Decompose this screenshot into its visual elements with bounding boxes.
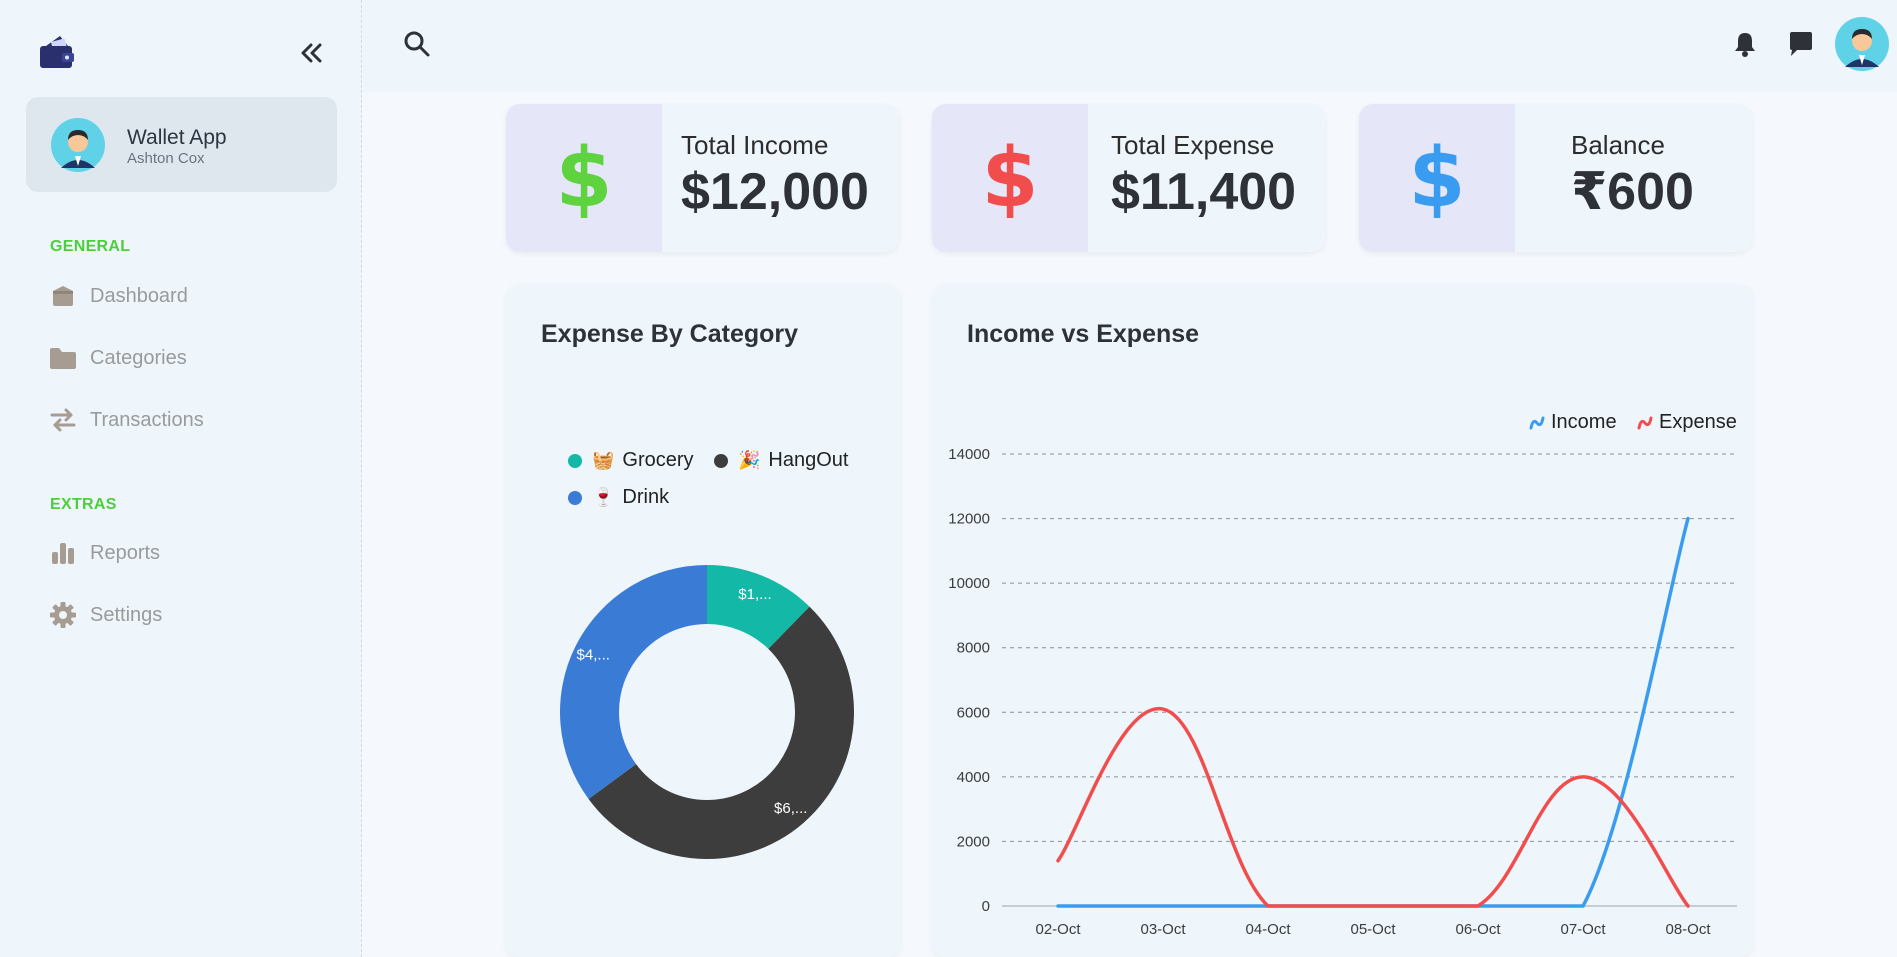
avatar (51, 118, 105, 172)
x-tick-label: 07-Oct (1560, 921, 1606, 938)
stat-value: $11,400 (1111, 163, 1297, 221)
search-icon[interactable] (403, 30, 431, 58)
stat-card-income: $ Total Income $12,000 (506, 104, 899, 252)
stat-value: ₹600 (1571, 163, 1694, 221)
sidebar: Wallet App Ashton Cox GENERAL Dashboard … (0, 0, 362, 957)
dollar-icon: $ (932, 104, 1088, 252)
donut-chart: $1,... $6,... $4,... (560, 565, 854, 859)
topbar (363, 0, 1897, 92)
x-tick-label: 02-Oct (1035, 921, 1081, 938)
dollar-icon: $ (506, 104, 662, 252)
y-tick-label: 6000 (957, 704, 990, 721)
sidebar-item-label: Categories (90, 346, 187, 369)
stat-value: $12,000 (681, 163, 869, 221)
stat-label: Balance (1571, 130, 1665, 160)
sidebar-item-settings[interactable]: Settings (48, 595, 162, 635)
stat-card-balance: $ Balance ₹600 (1359, 104, 1752, 252)
profile-name: Wallet App (127, 126, 227, 149)
sidebar-item-categories[interactable]: Categories (48, 338, 187, 378)
sidebar-item-dashboard[interactable]: Dashboard (48, 276, 188, 316)
y-tick-label: 10000 (948, 575, 990, 592)
wallet-logo-icon[interactable] (38, 32, 78, 72)
sidebar-item-label: Reports (90, 541, 161, 564)
y-tick-label: 4000 (957, 769, 990, 786)
section-label-general: GENERAL (50, 238, 131, 255)
stat-card-expense: $ Total Expense $11,400 (932, 104, 1325, 252)
stat-label: Total Expense (1111, 130, 1275, 160)
dollar-icon: $ (1359, 104, 1515, 252)
x-tick-label: 04-Oct (1245, 921, 1291, 938)
stat-label: Total Income (681, 130, 829, 160)
x-tick-label: 03-Oct (1140, 921, 1186, 938)
series-line-expense[interactable] (1056, 707, 1690, 908)
bell-icon[interactable] (1731, 30, 1759, 58)
sidebar-item-reports[interactable]: Reports (48, 533, 160, 573)
profile-card[interactable]: Wallet App Ashton Cox (26, 97, 337, 192)
y-tick-label: 8000 (957, 640, 990, 657)
sidebar-item-transactions[interactable]: Transactions (48, 400, 204, 440)
profile-subtitle: Ashton Cox (127, 150, 205, 167)
x-tick-label: 08-Oct (1665, 921, 1711, 938)
y-tick-label: 2000 (957, 833, 990, 850)
message-icon[interactable] (1787, 30, 1815, 58)
bar-chart-icon (48, 538, 78, 568)
section-label-extras: EXTRAS (50, 496, 117, 513)
collapse-sidebar-icon[interactable] (296, 38, 326, 68)
swap-arrows-icon (48, 405, 78, 435)
box-icon (48, 281, 78, 311)
y-tick-label: 12000 (948, 511, 990, 528)
line-chart: 0 2000 4000 6000 8000 10000 12000 14000 02-Oct 03… (948, 446, 1737, 938)
folder-icon (48, 343, 78, 373)
sidebar-item-label: Transactions (90, 408, 204, 431)
y-tick-label: 0 (982, 898, 990, 915)
x-tick-label: 05-Oct (1350, 921, 1396, 938)
income-vs-expense-panel: Income vs Expense Income Expense 0 2000 40… (932, 284, 1753, 957)
x-tick-label: 06-Oct (1455, 921, 1501, 938)
y-tick-label: 14000 (948, 446, 990, 463)
user-avatar[interactable] (1835, 17, 1889, 71)
donut-slice-label: $6,... (774, 800, 807, 817)
expense-by-category-panel: Expense By Category 🧺 Grocery 🎉 HangOut … (506, 284, 901, 957)
donut-slice-label: $1,... (738, 586, 771, 603)
donut-slice-label: $4,... (577, 646, 610, 663)
sidebar-item-label: Dashboard (90, 284, 188, 307)
gear-icon (48, 600, 78, 630)
sidebar-item-label: Settings (90, 603, 163, 626)
donut-slice-drink[interactable] (560, 565, 707, 800)
